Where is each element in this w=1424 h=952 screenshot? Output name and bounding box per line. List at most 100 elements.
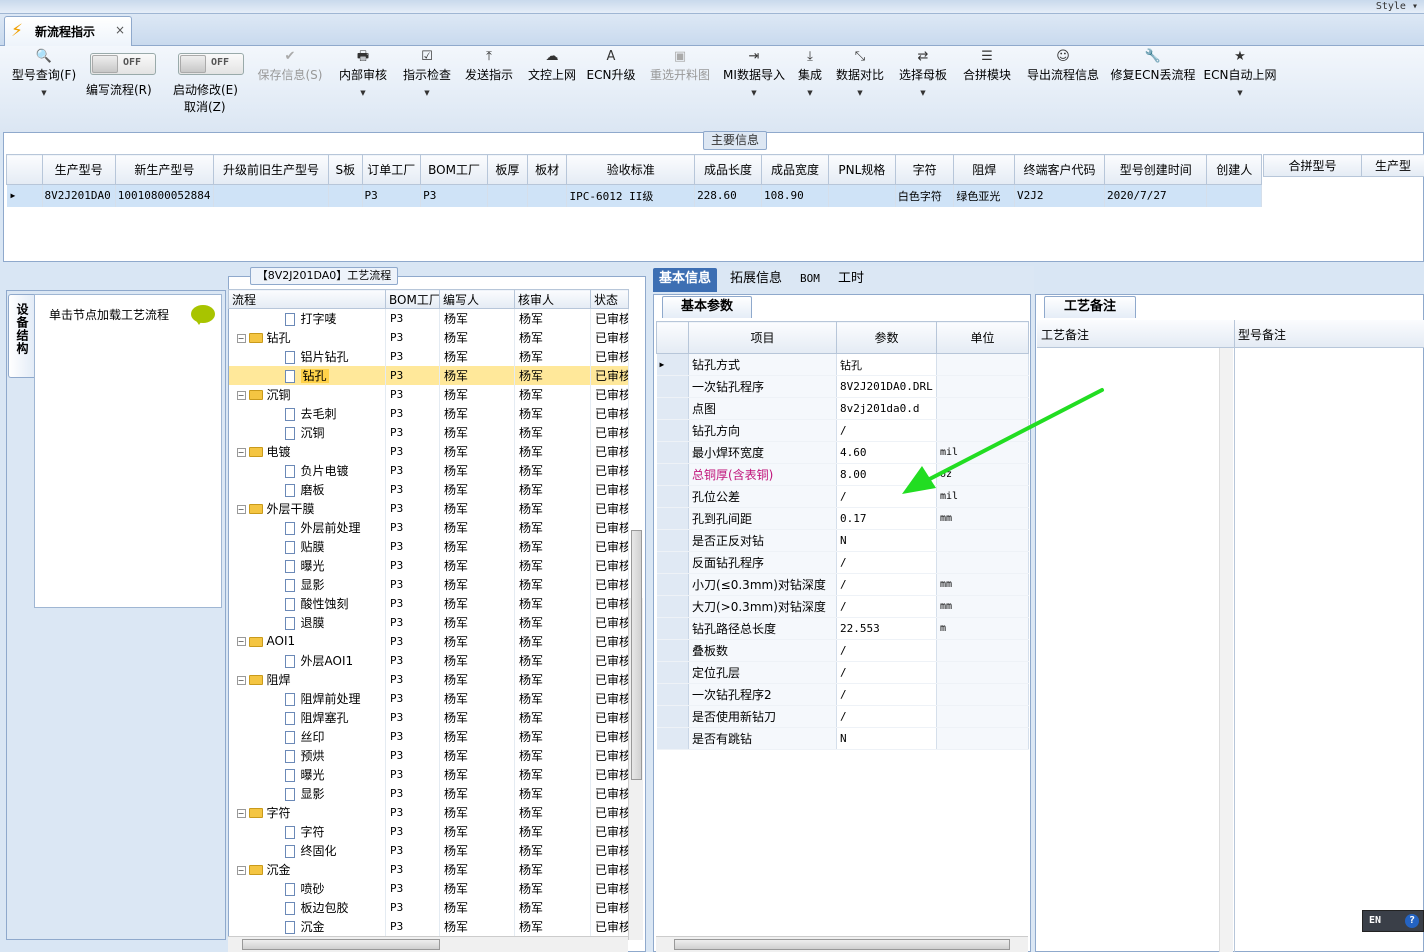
model-query-button[interactable]: 🔍 型号查询(F) ▼	[8, 46, 80, 132]
collapse-icon[interactable]: −	[236, 447, 246, 457]
table-cell[interactable]: 已审核	[590, 308, 629, 328]
table-cell[interactable]: 已审核	[590, 859, 629, 879]
table-cell[interactable]: P3	[385, 593, 440, 613]
process-horizontal-scrollbar[interactable]	[228, 936, 628, 952]
table-cell[interactable]: 已审核	[590, 897, 629, 917]
table-cell[interactable]: 杨军	[514, 574, 591, 594]
tree-node[interactable]: − 外层干膜	[228, 498, 386, 518]
table-cell[interactable]: P3	[385, 460, 440, 480]
style-menu[interactable]: Style ▾	[1376, 1, 1418, 12]
table-cell[interactable]: P3	[385, 517, 440, 537]
chevron-down-icon[interactable]: ▼	[8, 89, 80, 97]
table-cell[interactable]: 已审核	[590, 555, 629, 575]
tree-row[interactable]: 显影 P3 杨军 杨军 已审核	[228, 783, 629, 803]
row-header[interactable]	[656, 397, 689, 420]
choose-template-button[interactable]: ⇄ 选择母板 ▼	[896, 46, 950, 132]
param-value-field[interactable]: N	[836, 727, 937, 750]
table-cell[interactable]: 杨军	[439, 650, 515, 670]
table-cell[interactable]: P3	[385, 859, 440, 879]
tree-row[interactable]: 磨板 P3 杨军 杨军 已审核	[228, 479, 629, 499]
tree-row[interactable]: 退膜 P3 杨军 杨军 已审核	[228, 612, 629, 632]
table-cell[interactable]: IPC-6012 II级	[566, 184, 696, 207]
tree-row[interactable]: − AOI1 P3 杨军 杨军 已审核	[228, 631, 629, 651]
table-cell[interactable]: 杨军	[439, 745, 515, 765]
tree-node[interactable]: − 电镀	[228, 441, 386, 461]
column-header[interactable]: 字符	[894, 154, 955, 185]
table-cell[interactable]: 杨军	[514, 403, 591, 423]
column-header[interactable]: 生产型	[1361, 154, 1424, 177]
reselect-map-button[interactable]: ▣ 重选开料图	[643, 46, 717, 132]
tree-node[interactable]: 曝光	[228, 555, 386, 575]
tree-row[interactable]: 字符 P3 杨军 杨军 已审核	[228, 821, 629, 841]
cancel-label[interactable]: 取消(Z)	[184, 98, 226, 115]
row-header[interactable]	[656, 551, 689, 574]
table-cell[interactable]: 已审核	[590, 384, 629, 404]
table-cell[interactable]: P3	[385, 878, 440, 898]
tree-node[interactable]: 外层前处理	[228, 517, 386, 537]
table-cell[interactable]: P3	[385, 384, 440, 404]
scroll-thumb[interactable]	[631, 530, 642, 780]
table-cell[interactable]: 杨军	[439, 707, 515, 727]
table-cell[interactable]: 已审核	[590, 403, 629, 423]
table-cell[interactable]: 已审核	[590, 821, 629, 841]
param-value-field[interactable]: /	[836, 595, 937, 618]
table-cell[interactable]: 杨军	[514, 555, 591, 575]
param-value-field[interactable]: 22.553	[836, 617, 937, 640]
param-value-field[interactable]: 钻孔	[836, 353, 937, 376]
table-cell[interactable]	[328, 184, 363, 207]
tree-row[interactable]: 沉铜 P3 杨军 杨军 已审核	[228, 422, 629, 442]
tree-node[interactable]: 打字唛	[228, 308, 386, 328]
table-cell[interactable]: 已审核	[590, 612, 629, 632]
scroll-thumb[interactable]	[674, 939, 1010, 950]
tree-node[interactable]: 曝光	[228, 764, 386, 784]
table-cell[interactable]: 杨军	[439, 593, 515, 613]
column-header[interactable]: 订单工厂	[361, 154, 422, 185]
tree-row[interactable]: 贴膜 P3 杨军 杨军 已审核	[228, 536, 629, 556]
tab-new-process[interactable]: ⚡ 新流程指示 ×	[4, 16, 132, 46]
help-icon[interactable]: ?	[1405, 914, 1419, 928]
table-cell[interactable]: 已审核	[590, 327, 629, 347]
close-icon[interactable]: ×	[115, 23, 125, 37]
table-cell[interactable]: 已审核	[590, 536, 629, 556]
tree-node[interactable]: 负片电镀	[228, 460, 386, 480]
table-cell[interactable]: 已审核	[590, 517, 629, 537]
table-cell[interactable]: 杨军	[439, 498, 515, 518]
tree-node[interactable]: − 沉铜	[228, 384, 386, 404]
table-cell[interactable]: 已审核	[590, 764, 629, 784]
chevron-down-icon[interactable]: ▼	[832, 89, 888, 97]
table-cell[interactable]: 杨军	[439, 479, 515, 499]
table-cell[interactable]: 已审核	[590, 479, 629, 499]
tree-node[interactable]: 沉铜	[228, 422, 386, 442]
tab-detail-1[interactable]: 拓展信息	[724, 268, 788, 292]
table-cell[interactable]: 已审核	[590, 802, 629, 822]
process-vertical-scrollbar[interactable]	[628, 530, 643, 940]
param-row[interactable]: ▶ 钻孔方式 钻孔	[656, 353, 1029, 376]
tree-row[interactable]: 显影 P3 杨军 杨军 已审核	[228, 574, 629, 594]
param-row[interactable]: 大刀(>0.3mm)对钻深度 / mm	[656, 595, 1029, 618]
language-indicator[interactable]: EN ?	[1362, 910, 1424, 932]
table-cell[interactable]: 杨军	[439, 441, 515, 461]
table-cell[interactable]: 杨军	[514, 745, 591, 765]
table-cell[interactable]: 杨军	[514, 384, 591, 404]
tree-row[interactable]: 负片电镀 P3 杨军 杨军 已审核	[228, 460, 629, 480]
row-header[interactable]	[656, 705, 689, 728]
export-button[interactable]: ☺ 导出流程信息	[1021, 46, 1105, 132]
column-header[interactable]: 板材	[526, 154, 568, 185]
table-cell[interactable]: 杨军	[514, 327, 591, 347]
tree-row[interactable]: 预烘 P3 杨军 杨军 已审核	[228, 745, 629, 765]
column-header[interactable]: BOM工厂	[420, 154, 489, 185]
tree-node[interactable]: 显影	[228, 783, 386, 803]
table-cell[interactable]: 杨军	[439, 460, 515, 480]
tree-node[interactable]: 沉金	[228, 916, 386, 936]
table-cell[interactable]: 已审核	[590, 916, 629, 936]
table-cell[interactable]: P3	[385, 346, 440, 366]
integrate-button[interactable]: ⤓ 集成 ▼	[793, 46, 827, 132]
table-cell[interactable]: 杨军	[439, 612, 515, 632]
table-cell[interactable]: P3	[385, 536, 440, 556]
row-header[interactable]	[656, 683, 689, 706]
table-cell[interactable]: 杨军	[514, 498, 591, 518]
tree-node[interactable]: − 钻孔	[228, 327, 386, 347]
table-cell[interactable]: 已审核	[590, 745, 629, 765]
table-cell[interactable]: 绿色亚光	[953, 184, 1016, 207]
tree-row[interactable]: 曝光 P3 杨军 杨军 已审核	[228, 555, 629, 575]
